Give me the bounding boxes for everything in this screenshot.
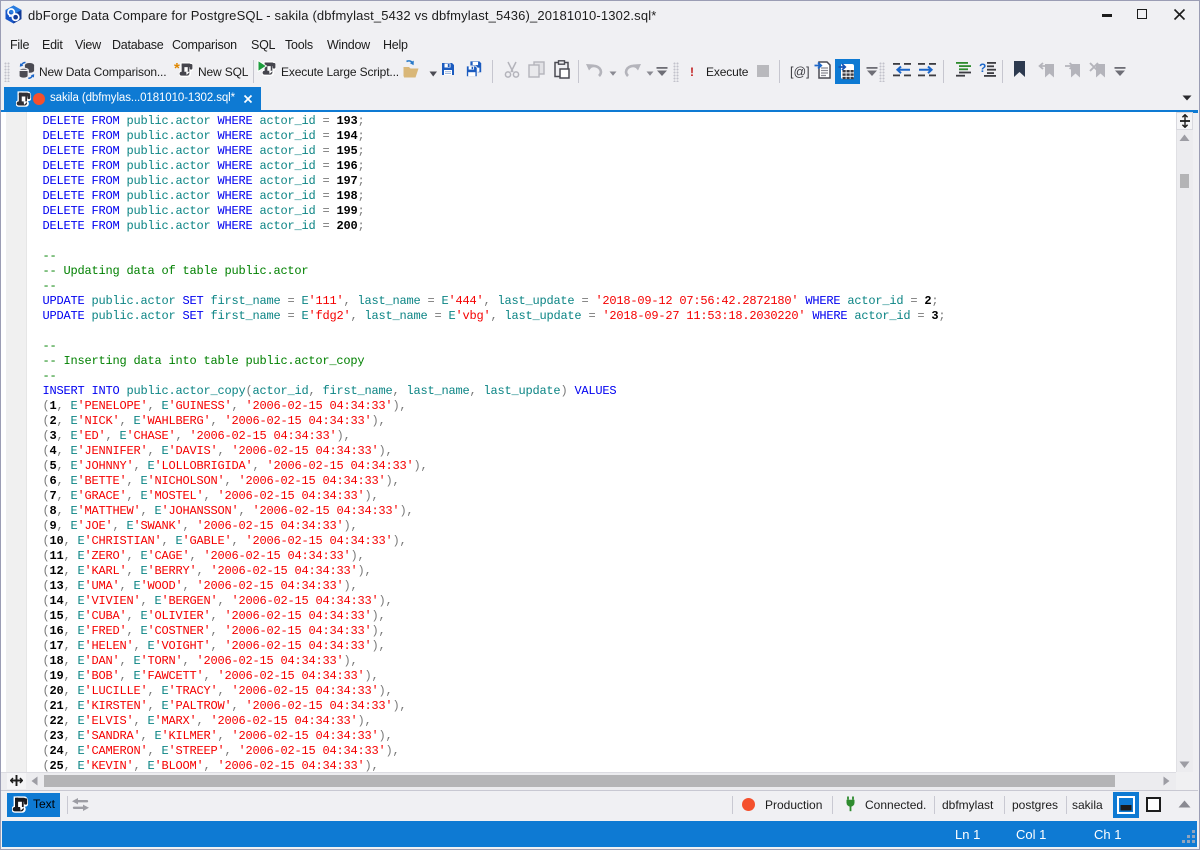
svg-text:?: ? (979, 61, 986, 75)
